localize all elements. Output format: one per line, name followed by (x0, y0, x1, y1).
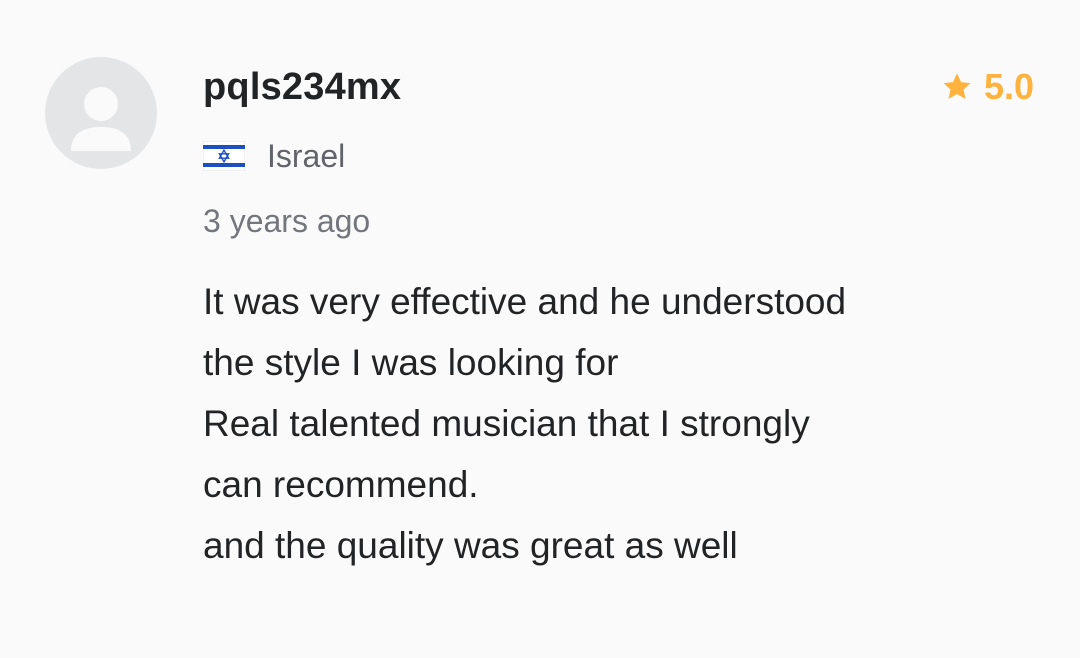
review-text-line: Real talented musician that I strongly (203, 403, 810, 444)
username[interactable]: pqls234mx (203, 64, 401, 110)
avatar[interactable] (45, 57, 157, 169)
review-time: 3 years ago (203, 203, 371, 239)
user-placeholder-icon (71, 87, 131, 151)
review-text-line: and the quality was great as well (203, 525, 738, 566)
country-name: Israel (267, 138, 346, 174)
review-text: It was very effective and he understood … (203, 271, 1043, 576)
country-row: Israel (203, 136, 345, 176)
review-card: pqls234mx 5.0 Israel 3 years ago It was … (0, 0, 1080, 658)
rating-value: 5.0 (983, 66, 1034, 107)
review-text-line: It was very effective and he understood (203, 281, 847, 322)
star-icon (943, 73, 971, 99)
review-text-line: can recommend. (203, 464, 479, 505)
review-text-line: the style I was looking for (203, 342, 619, 383)
israel-flag-icon (203, 141, 245, 171)
rating: 5.0 (940, 64, 1034, 110)
